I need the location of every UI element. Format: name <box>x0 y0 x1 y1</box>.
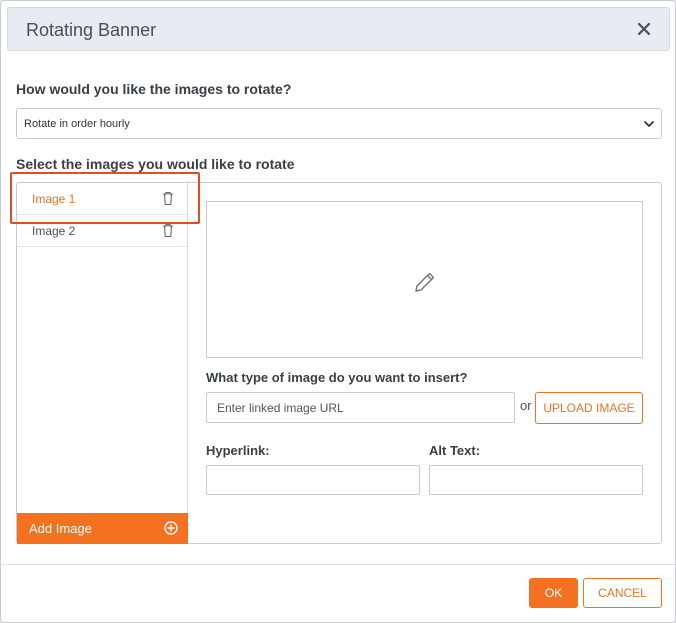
image-type-question: What type of image do you want to insert… <box>206 370 468 385</box>
rotation-select[interactable]: Rotate in order hourly <box>16 108 662 139</box>
rotating-banner-dialog: Rotating Banner How would you like the i… <box>0 0 676 623</box>
add-image-button[interactable]: Add Image <box>17 513 188 544</box>
pencil-icon <box>415 272 435 292</box>
alt-text-label: Alt Text: <box>429 443 481 458</box>
trash-icon[interactable] <box>162 191 174 206</box>
hyperlink-input[interactable] <box>206 465 420 495</box>
ok-button[interactable]: OK <box>529 578 578 608</box>
hyperlink-label: Hyperlink: <box>206 443 270 458</box>
rotation-question: How would you like the images to rotate? <box>16 81 292 97</box>
plus-circle-icon <box>164 521 178 535</box>
dialog-header: Rotating Banner <box>7 7 670 51</box>
image-list-item-2[interactable]: Image 2 <box>17 215 187 247</box>
rotation-select-value: Rotate in order hourly <box>24 118 130 130</box>
add-image-label: Add Image <box>29 521 92 536</box>
image-list: Image 1 Image 2 Add Image <box>17 183 188 544</box>
close-icon <box>637 22 651 36</box>
images-question: Select the images you would like to rota… <box>16 156 295 172</box>
alt-text-input[interactable] <box>429 465 643 495</box>
image-preview[interactable] <box>206 201 643 358</box>
image-list-item-1[interactable]: Image 1 <box>17 183 187 215</box>
trash-icon[interactable] <box>162 223 174 238</box>
or-label: or <box>520 398 532 413</box>
image-url-input[interactable] <box>206 392 515 423</box>
upload-image-button[interactable]: UPLOAD IMAGE <box>535 392 643 424</box>
footer-divider <box>1 564 675 565</box>
chevron-down-icon <box>644 121 654 127</box>
dialog-title: Rotating Banner <box>26 20 157 40</box>
cancel-button[interactable]: CANCEL <box>583 578 662 608</box>
close-button[interactable] <box>633 18 655 40</box>
image-item-label: Image 1 <box>32 192 76 206</box>
image-item-label: Image 2 <box>32 224 76 238</box>
